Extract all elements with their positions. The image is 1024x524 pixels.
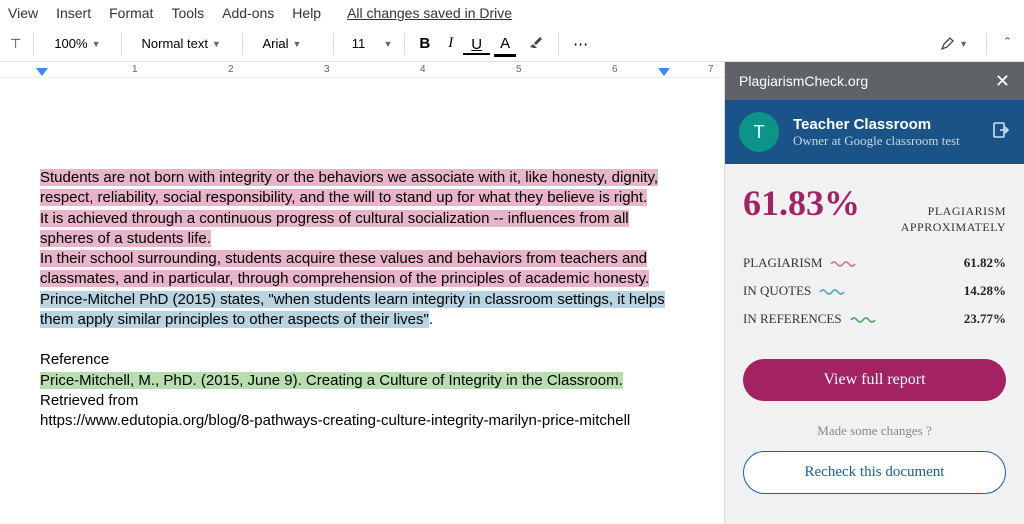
sidebar-title: PlagiarismCheck.org xyxy=(739,73,868,89)
body-text[interactable]: . xyxy=(429,311,433,328)
menu-tools[interactable]: Tools xyxy=(171,5,204,21)
wave-icon xyxy=(830,255,955,271)
size-value: 11 xyxy=(352,36,366,51)
menu-view[interactable]: View xyxy=(8,5,38,21)
more-tools-button[interactable]: ⋯ xyxy=(565,31,598,57)
sidebar-header: PlagiarismCheck.org ✕ xyxy=(725,62,1024,100)
user-role: Owner at Google classroom test xyxy=(793,133,960,149)
user-name: Teacher Classroom xyxy=(793,116,960,133)
menu-addons[interactable]: Add-ons xyxy=(222,5,274,21)
stat-value: 23.77% xyxy=(964,311,1006,327)
collapse-panel-button[interactable]: ˆ xyxy=(999,31,1016,56)
highlighted-reference-text[interactable]: Price-Mitchell, M., PhD. (2015, June 9).… xyxy=(40,372,623,389)
separator xyxy=(121,33,122,55)
separator xyxy=(404,33,405,55)
user-bar: T Teacher Classroom Owner at Google clas… xyxy=(725,100,1024,164)
ruler-mark: 6 xyxy=(612,64,618,75)
highlighted-quote-text[interactable]: Prince-Mitchel PhD (2015) states, "when … xyxy=(40,291,665,328)
ruler-mark: 5 xyxy=(516,64,522,75)
separator xyxy=(33,33,34,55)
stat-quotes: IN QUOTES 14.28% xyxy=(743,277,1006,305)
stat-label: IN REFERENCES xyxy=(743,311,842,327)
close-icon[interactable]: ✕ xyxy=(995,71,1010,92)
paragraph-style-select[interactable]: Normal text ▼ xyxy=(132,34,232,53)
menu-format[interactable]: Format xyxy=(109,5,153,21)
chevron-down-icon[interactable]: ▼ xyxy=(384,39,393,49)
score-label: PLAGIARISM APPROXIMATELY xyxy=(901,204,1006,235)
plagiarism-percentage: 61.83% xyxy=(743,182,860,224)
score-label-line: PLAGIARISM xyxy=(901,204,1006,220)
body-text[interactable]: https://www.edutopia.org/blog/8-pathways… xyxy=(40,411,684,431)
chevron-down-icon: ▼ xyxy=(293,39,302,49)
ruler-mark: 4 xyxy=(420,64,426,75)
font-size-select[interactable]: 11 xyxy=(344,34,374,53)
stat-value: 14.28% xyxy=(964,283,1006,299)
toolbar: ⊤ 100% ▼ Normal text ▼ Arial ▼ 11 ▼ B I U A… xyxy=(0,26,1024,62)
zoom-value: 100% xyxy=(54,36,87,51)
highlighted-plagiarism-text[interactable]: Students are not born with integrity or … xyxy=(40,169,658,206)
indent-right-marker[interactable] xyxy=(658,68,670,76)
underline-button[interactable]: U xyxy=(463,32,490,55)
menu-help[interactable]: Help xyxy=(292,5,321,21)
highlight-button[interactable] xyxy=(520,30,552,58)
stat-references: IN REFERENCES 23.77% xyxy=(743,305,1006,333)
menu-insert[interactable]: Insert xyxy=(56,5,91,21)
highlighted-plagiarism-text[interactable]: It is achieved through a continuous prog… xyxy=(40,210,629,247)
chevron-down-icon: ▼ xyxy=(92,39,101,49)
logout-icon[interactable] xyxy=(992,121,1010,144)
font-value: Arial xyxy=(263,36,289,51)
separator xyxy=(333,33,334,55)
avatar: T xyxy=(739,112,779,152)
score-label-line: APPROXIMATELY xyxy=(901,220,1006,236)
recheck-button[interactable]: Recheck this document xyxy=(743,451,1006,494)
ruler-mark: 3 xyxy=(324,64,330,75)
chevron-down-icon: ▼ xyxy=(212,39,221,49)
document-page[interactable]: Students are not born with integrity or … xyxy=(0,78,724,451)
highlighted-plagiarism-text[interactable]: In their school surrounding, students ac… xyxy=(40,250,649,287)
reference-heading[interactable]: Reference xyxy=(40,350,684,370)
view-full-report-button[interactable]: View full report xyxy=(743,359,1006,401)
document-area: 1 2 3 4 5 6 7 Students are not born with… xyxy=(0,62,724,524)
ruler-mark: 1 xyxy=(132,64,138,75)
menubar: View Insert Format Tools Add-ons Help Al… xyxy=(0,0,1024,26)
chevron-down-icon: ▼ xyxy=(959,39,968,49)
bold-button[interactable]: B xyxy=(411,31,438,56)
pen-icon[interactable]: ▼ xyxy=(933,32,974,56)
ruler[interactable]: 1 2 3 4 5 6 7 xyxy=(0,62,724,78)
text-color-button[interactable]: A xyxy=(492,31,518,56)
save-status[interactable]: All changes saved in Drive xyxy=(347,5,512,21)
separator xyxy=(242,33,243,55)
separator xyxy=(558,33,559,55)
stats-list: PLAGIARISM 61.82% IN QUOTES 14.28% IN RE… xyxy=(725,245,1024,351)
italic-button[interactable]: I xyxy=(440,31,461,56)
stat-plagiarism: PLAGIARISM 61.82% xyxy=(743,249,1006,277)
plagiarism-sidebar: PlagiarismCheck.org ✕ T Teacher Classroo… xyxy=(724,62,1024,524)
separator xyxy=(986,33,987,55)
stat-label: IN QUOTES xyxy=(743,283,811,299)
stat-value: 61.82% xyxy=(964,255,1006,271)
changes-question: Made some changes ? xyxy=(725,409,1024,447)
indent-left-marker[interactable] xyxy=(36,68,48,76)
ruler-mark: 7 xyxy=(708,64,714,75)
stat-label: PLAGIARISM xyxy=(743,255,822,271)
ruler-mark: 2 xyxy=(228,64,234,75)
body-text[interactable]: Retrieved from xyxy=(40,391,684,411)
print-format-icon[interactable]: ⊤ xyxy=(4,32,27,56)
zoom-select[interactable]: 100% ▼ xyxy=(46,34,108,53)
score-box: 61.83% PLAGIARISM APPROXIMATELY xyxy=(725,164,1024,245)
style-value: Normal text xyxy=(142,36,208,51)
font-select[interactable]: Arial ▼ xyxy=(253,34,323,53)
wave-icon xyxy=(819,283,956,299)
wave-icon xyxy=(850,311,956,327)
